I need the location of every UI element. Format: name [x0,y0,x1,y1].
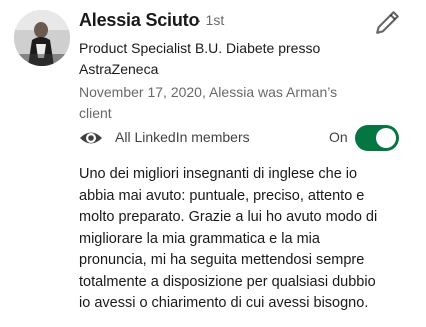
headline-line: AstraZeneca [79,61,159,77]
recommendation-line: molto preparato. Grazie a lui ho avuto m… [79,209,378,225]
eye-icon [80,132,102,144]
profile-photo [14,10,70,66]
visibility-label: All LinkedIn members [115,129,250,145]
recommendation-line: abbia mai avuto: puntuale, preciso, atte… [79,187,365,204]
avatar[interactable] [14,10,70,66]
recommendation-line: io avessi o chiarimento di cui avessi bi… [79,295,369,311]
visibility-row: All LinkedIn members On [79,125,401,151]
recommendation-line: Uno dei migliori insegnanti di inglese c… [79,166,358,182]
visibility-toggle[interactable] [355,125,399,151]
profile-name[interactable]: Alessia Sciuto [79,10,199,31]
recommendation-text: Uno dei migliori insegnanti di inglese c… [79,164,399,315]
meta-line: client [79,105,112,121]
headline-line: Product Specialist B.U. Diabete presso [79,40,321,56]
pencil-icon [376,11,399,34]
toggle-state-label: On [329,129,348,145]
connection-degree: · 1st [197,12,225,28]
profile-headline: Product Specialist B.U. Diabete presso A… [79,38,369,80]
toggle-knob [376,128,396,148]
recommendation-line: pronuncia, mi ha seguita mettendosi semp… [79,252,365,268]
meta-line: November 17, 2020, Alessia was Arman’s [79,84,338,100]
recommendation-line: migliorare la mia grammatica e la mia [79,230,320,247]
recommendation-meta: November 17, 2020, Alessia was Arman’s c… [79,82,379,124]
edit-button[interactable] [373,9,401,37]
recommendation-line: totalmente a disposizione per qualsiasi … [79,273,376,290]
